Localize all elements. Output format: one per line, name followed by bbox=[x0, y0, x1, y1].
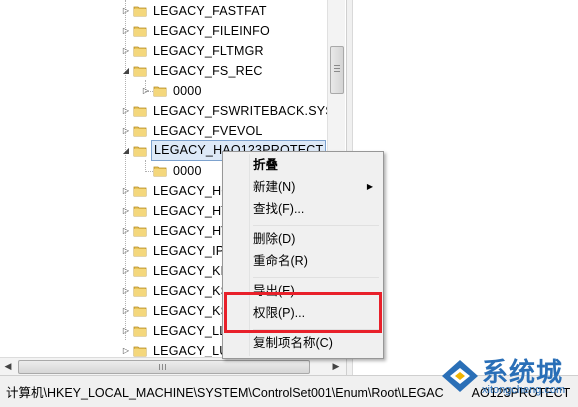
watermark-domain: xitongcheng.com bbox=[482, 384, 566, 396]
menu-item-copy-key-name[interactable]: 复制项名称(C) bbox=[225, 332, 381, 354]
folder-icon bbox=[133, 144, 147, 158]
expand-arrow-icon[interactable]: ▷ bbox=[121, 41, 131, 61]
menu-item-delete[interactable]: 删除(D) bbox=[225, 228, 381, 250]
expand-arrow-icon[interactable]: ▷ bbox=[121, 201, 131, 221]
folder-icon bbox=[133, 104, 147, 118]
expand-arrow-icon[interactable]: ▷ bbox=[121, 181, 131, 201]
folder-icon bbox=[133, 224, 147, 238]
expand-arrow-icon[interactable]: ▷ bbox=[121, 321, 131, 341]
folder-icon bbox=[133, 284, 147, 298]
folder-icon bbox=[133, 264, 147, 278]
collapse-arrow-icon[interactable]: ◢ bbox=[121, 61, 131, 81]
expand-arrow-icon bbox=[141, 161, 151, 181]
folder-icon bbox=[133, 344, 147, 358]
expand-arrow-icon[interactable]: ▷ bbox=[121, 21, 131, 41]
folder-icon bbox=[133, 24, 147, 38]
tree-node-label: LEGACY_FLTMGR bbox=[153, 44, 264, 58]
submenu-arrow-icon: ▶ bbox=[366, 182, 373, 191]
folder-icon bbox=[133, 304, 147, 318]
tree-node-label: LEGACY_IP bbox=[153, 244, 225, 258]
tree-scroll-thumb[interactable] bbox=[330, 46, 344, 94]
collapse-arrow-icon[interactable]: ◢ bbox=[121, 141, 131, 161]
tree-node-label: LEGACY_FILEINFO bbox=[153, 24, 270, 38]
tree-node-label: LEGACY_FS_REC bbox=[153, 64, 263, 78]
tree-node-label: LEGACY_HV bbox=[153, 224, 230, 238]
tree-node-label: 0000 bbox=[173, 84, 202, 98]
tree-node-label: LEGACY_KS bbox=[153, 284, 230, 298]
tree-node-label: LEGACY_FVEVOL bbox=[153, 124, 263, 138]
folder-icon bbox=[133, 124, 147, 138]
scroll-left-arrow-icon[interactable]: ◀ bbox=[0, 358, 16, 375]
expand-arrow-icon[interactable]: ▷ bbox=[121, 1, 131, 21]
expand-arrow-icon[interactable]: ▷ bbox=[121, 221, 131, 241]
expand-arrow-icon[interactable]: ▷ bbox=[121, 301, 131, 321]
tree-node-label: 0000 bbox=[173, 164, 202, 178]
expand-arrow-icon[interactable]: ▷ bbox=[121, 101, 131, 121]
values-pane[interactable] bbox=[352, 0, 578, 375]
tree-horizontal-scrollbar[interactable]: ◀ ▶ bbox=[0, 357, 346, 375]
folder-icon bbox=[133, 184, 147, 198]
highlight-box bbox=[224, 292, 382, 333]
folder-icon bbox=[153, 164, 167, 178]
expand-arrow-icon[interactable]: ▷ bbox=[121, 121, 131, 141]
folder-icon bbox=[133, 64, 147, 78]
folder-icon bbox=[133, 4, 147, 18]
tree-node-label: LEGACY_FASTFAT bbox=[153, 4, 267, 18]
folder-icon bbox=[133, 324, 147, 338]
expand-arrow-icon[interactable]: ▷ bbox=[121, 281, 131, 301]
menu-item-find[interactable]: 查找(F)... bbox=[225, 198, 381, 220]
menu-item-new[interactable]: 新建(N) ▶ bbox=[225, 176, 381, 198]
watermark-logo-icon bbox=[442, 360, 478, 392]
tree-node-label: LEGACY_KS bbox=[153, 304, 230, 318]
expand-arrow-icon[interactable]: ▷ bbox=[141, 81, 151, 101]
expand-arrow-icon[interactable]: ▷ bbox=[121, 241, 131, 261]
folder-icon bbox=[153, 84, 167, 98]
horizontal-scroll-thumb[interactable] bbox=[18, 360, 310, 374]
folder-icon bbox=[133, 44, 147, 58]
tree-node-label: LEGACY_HT bbox=[153, 204, 230, 218]
watermark: 系统城 xitongcheng.com bbox=[438, 350, 578, 406]
folder-icon bbox=[133, 204, 147, 218]
menu-item-rename[interactable]: 重命名(R) bbox=[225, 250, 381, 272]
tree-node-label: LEGACY_HC bbox=[153, 184, 231, 198]
expand-arrow-icon[interactable]: ▷ bbox=[121, 261, 131, 281]
scroll-right-arrow-icon[interactable]: ▶ bbox=[328, 358, 344, 375]
tree-node-label: LEGACY_KE bbox=[153, 264, 230, 278]
tree-node-label: LEGACY_FSWRITEBACK.SYS bbox=[153, 104, 334, 118]
tree-node-label: LEGACY_LL bbox=[153, 324, 227, 338]
folder-icon bbox=[133, 244, 147, 258]
menu-item-collapse[interactable]: 折叠 bbox=[225, 154, 381, 176]
